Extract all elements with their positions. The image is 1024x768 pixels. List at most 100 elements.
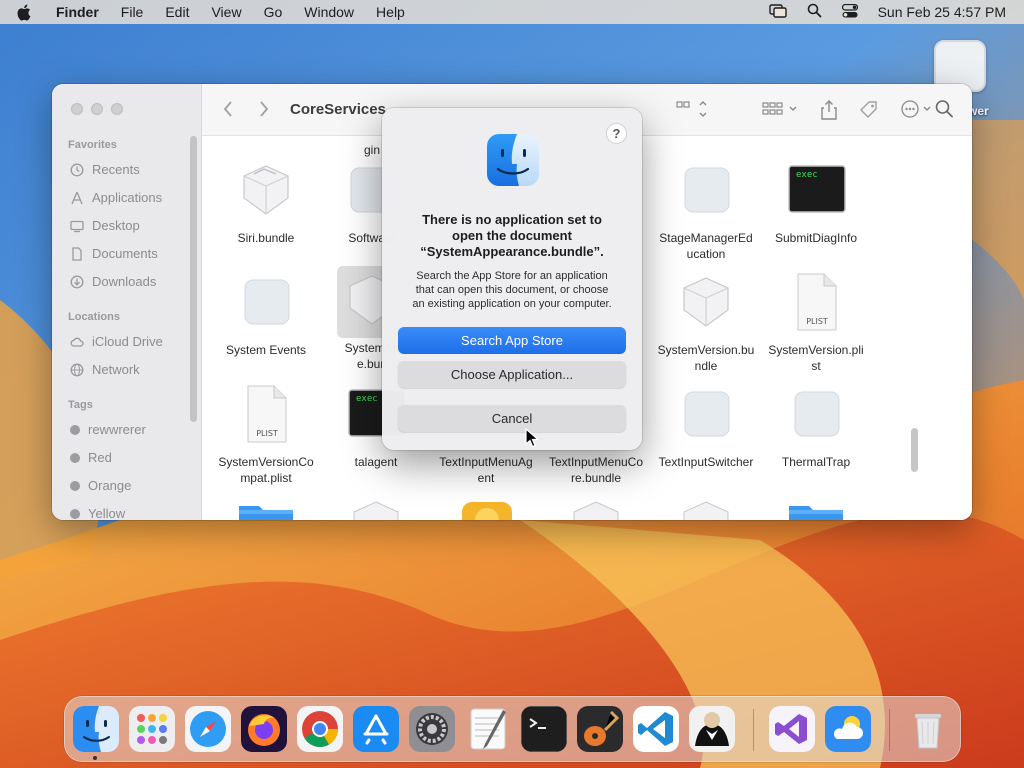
window-title: CoreServices [290, 101, 386, 118]
dock-firefox-icon[interactable] [241, 706, 287, 752]
no-application-alert: ? There is no application set to open th… [382, 108, 642, 450]
choose-application-button[interactable]: Choose Application... [398, 361, 626, 388]
search-app-store-button[interactable]: Search App Store [398, 327, 626, 354]
control-center-icon[interactable] [841, 3, 858, 21]
dock-textedit-icon[interactable] [465, 706, 511, 752]
sidebar-item-network[interactable]: Network [70, 362, 140, 377]
spotlight-search-icon[interactable] [807, 3, 822, 21]
dock-finder-icon[interactable] [73, 706, 119, 752]
dock-trash-icon[interactable] [905, 706, 951, 752]
file-item[interactable]: Siri.bundle [211, 160, 321, 246]
dock-app-store-icon[interactable] [353, 706, 399, 752]
applications-icon [71, 191, 83, 204]
clock-icon [70, 163, 84, 176]
sidebar-tag-red[interactable]: Red [70, 450, 112, 465]
dock-weather-icon[interactable] [825, 706, 871, 752]
file-item[interactable]: StageManagerEd ucation [651, 160, 761, 262]
running-indicator [93, 756, 97, 760]
close-button[interactable] [71, 103, 83, 115]
file-item[interactable]: PLIST SystemVersionCo mpat.plist [211, 384, 321, 486]
file-item[interactable]: ThermalTrap [761, 384, 871, 470]
cancel-button[interactable]: Cancel [398, 405, 626, 432]
menu-window[interactable]: Window [304, 4, 354, 20]
download-icon [70, 275, 84, 288]
sidebar-header-favorites: Favorites [68, 139, 117, 151]
file-item[interactable]: PLIST SystemVersion.pli st [761, 272, 871, 374]
content-scrollbar[interactable] [911, 428, 918, 472]
help-button[interactable]: ? [606, 123, 627, 144]
mouse-cursor-icon [525, 428, 539, 448]
sidebar-item-applications[interactable]: Applications [70, 190, 162, 205]
apple-menu-icon[interactable] [16, 4, 42, 21]
app-icon[interactable] [431, 496, 541, 520]
search-icon[interactable] [935, 99, 953, 119]
file-item[interactable]: SystemVersion.bu ndle [651, 272, 761, 374]
sidebar-item-downloads[interactable]: Downloads [70, 274, 156, 289]
forward-chevron-icon[interactable] [258, 99, 270, 119]
plist-file-icon: PLIST [786, 272, 846, 332]
sidebar-tag-rewwrerer[interactable]: rewwrerer [70, 422, 146, 437]
group-by-icon[interactable] [762, 99, 800, 119]
sidebar-tag-yellow[interactable]: Yellow [70, 506, 125, 520]
app-icon [786, 384, 846, 444]
bundle-icon[interactable] [321, 496, 431, 520]
dock-separator [889, 709, 890, 751]
desktop-file-label: wer [968, 104, 989, 118]
cloud-icon [70, 337, 84, 347]
finder-sidebar: Favorites Recents Applications Desktop D… [52, 84, 202, 520]
sidebar-item-documents[interactable]: Documents [70, 246, 158, 261]
menu-edit[interactable]: Edit [165, 4, 189, 20]
window-controls [71, 103, 123, 115]
menu-view[interactable]: View [211, 4, 241, 20]
desktop-icon [70, 220, 84, 232]
menu-help[interactable]: Help [376, 4, 405, 20]
dock-visual-studio-icon[interactable] [769, 706, 815, 752]
alert-message: Search the App Store for an application … [412, 270, 612, 310]
sidebar-header-locations: Locations [68, 311, 120, 323]
app-icon [676, 384, 736, 444]
dock-terminal-icon[interactable] [521, 706, 567, 752]
sidebar-item-desktop[interactable]: Desktop [70, 218, 140, 233]
dock-chrome-icon[interactable] [297, 706, 343, 752]
sidebar-item-recents[interactable]: Recents [70, 162, 140, 177]
finder-logo-icon [487, 134, 539, 186]
sidebar-header-tags: Tags [68, 399, 93, 411]
dock-launchpad-icon[interactable] [129, 706, 175, 752]
document-icon [72, 246, 82, 261]
minimize-button[interactable] [91, 103, 103, 115]
menu-app-finder[interactable]: Finder [56, 4, 99, 20]
view-mode-icon[interactable] [676, 99, 708, 119]
bundle-icon[interactable] [541, 496, 651, 520]
tag-icon[interactable] [858, 99, 880, 121]
menu-go[interactable]: Go [264, 4, 283, 20]
bundle-icon[interactable] [651, 496, 761, 520]
bundle-icon [676, 272, 736, 332]
menu-file[interactable]: File [121, 4, 144, 20]
zoom-button[interactable] [111, 103, 123, 115]
share-icon[interactable] [820, 99, 838, 121]
dock-safari-icon[interactable] [185, 706, 231, 752]
file-item[interactable]: TextInputSwitcher [651, 384, 761, 470]
tag-dot-icon [70, 452, 80, 463]
app-icon [236, 272, 296, 332]
dock-garageband-icon[interactable] [577, 706, 623, 752]
menu-clock[interactable]: Sun Feb 25 4:57 PM [878, 4, 1006, 20]
folder-icon[interactable] [761, 496, 871, 520]
dock-vscode-icon[interactable] [633, 706, 679, 752]
svg-text:PLIST: PLIST [256, 429, 278, 438]
screen-mirroring-icon[interactable] [768, 3, 787, 21]
dock-system-settings-icon[interactable] [409, 706, 455, 752]
sidebar-tag-orange[interactable]: Orange [70, 478, 131, 493]
sidebar-item-icloud-drive[interactable]: iCloud Drive [70, 334, 163, 349]
bundle-icon [236, 160, 296, 220]
dock-bartender-icon[interactable] [689, 706, 735, 752]
globe-icon [70, 363, 84, 376]
more-actions-icon[interactable] [900, 99, 936, 119]
file-item[interactable]: System Events [211, 272, 321, 358]
back-chevron-icon[interactable] [222, 99, 234, 119]
file-item[interactable]: exec SubmitDiagInfo [761, 160, 871, 246]
sidebar-scrollbar[interactable] [190, 136, 197, 422]
folder-icon[interactable] [211, 496, 321, 520]
terminal-exec-icon: exec [786, 160, 846, 220]
plist-file-icon: PLIST [236, 384, 296, 444]
